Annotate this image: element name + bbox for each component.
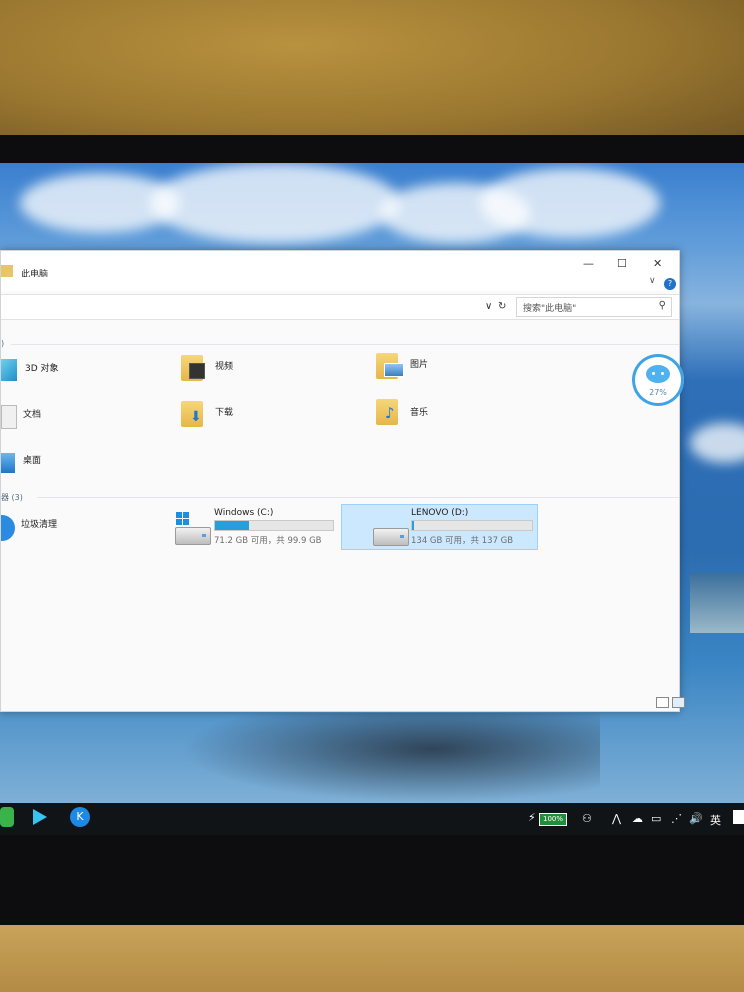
section-divider bbox=[11, 344, 679, 345]
windows-logo-icon bbox=[176, 512, 190, 526]
folder-label: 视频 bbox=[215, 362, 234, 372]
water-reflection bbox=[180, 713, 600, 803]
people-icon[interactable]: ⚇ bbox=[582, 812, 592, 825]
devices-section-header[interactable]: 器 (3) bbox=[1, 492, 23, 503]
folder-label: 音乐 bbox=[410, 408, 429, 418]
large-icons-view-icon[interactable] bbox=[672, 697, 685, 708]
input-method-indicator[interactable]: 英 bbox=[710, 812, 721, 828]
pictures-folder-icon bbox=[376, 353, 404, 379]
search-input[interactable]: 搜索"此电脑" bbox=[523, 301, 576, 314]
drive-usage-bar bbox=[411, 520, 533, 531]
folder-label: 下载 bbox=[215, 408, 234, 418]
cloud bbox=[690, 423, 744, 463]
kugou-app-icon[interactable]: K bbox=[70, 807, 90, 827]
folder-label: 图片 bbox=[410, 360, 429, 370]
folder-label: 3D 对象 bbox=[25, 364, 59, 374]
ribbon-collapse-icon[interactable]: ∨ bbox=[649, 276, 656, 286]
power-plug-icon: ⚡ bbox=[528, 811, 536, 824]
drive-usage-bar bbox=[214, 520, 334, 531]
address-history-chevron-icon[interactable]: ∨ bbox=[485, 301, 492, 312]
help-button[interactable]: ? bbox=[664, 278, 676, 290]
minimize-button[interactable]: — bbox=[583, 257, 594, 270]
drive-name: LENOVO (D:) bbox=[411, 508, 469, 518]
hard-drive-icon bbox=[175, 527, 211, 545]
explorer-icon bbox=[1, 265, 13, 277]
volume-icon[interactable]: 🔊 bbox=[689, 812, 703, 825]
memory-percent: 27% bbox=[649, 388, 667, 397]
drive-usage-fill bbox=[215, 521, 250, 530]
sea-horizon bbox=[690, 573, 744, 633]
drive-item-c[interactable]: Windows (C:) 71.2 GB 可用，共 99.9 GB bbox=[173, 507, 343, 547]
search-box[interactable]: 搜索"此电脑" ⚲ bbox=[516, 297, 672, 317]
file-explorer-window[interactable]: 此电脑 — ☐ ✕ ∨ ? ∨ ↻ 搜索"此电脑" ⚲ ) 3D 对象 视频 图… bbox=[0, 250, 685, 712]
cleanup-icon bbox=[1, 515, 15, 541]
maximize-button[interactable]: ☐ bbox=[617, 257, 627, 270]
drive-name: Windows (C:) bbox=[214, 508, 274, 518]
show-hidden-icons-chevron-icon[interactable]: ⋀ bbox=[612, 812, 621, 825]
ribbon bbox=[1, 277, 679, 291]
video-player-app-icon[interactable] bbox=[30, 807, 50, 827]
iqiyi-app-icon[interactable] bbox=[0, 807, 14, 827]
desktop-folder-icon bbox=[1, 453, 15, 473]
desk-surface bbox=[0, 925, 744, 992]
drive-capacity-text: 71.2 GB 可用，共 99.9 GB bbox=[214, 536, 322, 546]
wifi-icon[interactable]: ⋰ bbox=[671, 812, 682, 825]
title-bar[interactable]: 此电脑 — ☐ ✕ bbox=[1, 251, 679, 280]
close-button[interactable]: ✕ bbox=[653, 257, 662, 270]
cloud bbox=[480, 168, 660, 238]
network-adapter-icon[interactable]: ▭ bbox=[651, 812, 661, 825]
smiley-icon bbox=[646, 365, 670, 383]
hard-drive-icon bbox=[373, 528, 409, 546]
drive-usage-fill bbox=[412, 521, 415, 530]
section-divider bbox=[37, 497, 679, 498]
refresh-icon[interactable]: ↻ bbox=[498, 301, 506, 312]
details-view-icon[interactable] bbox=[656, 697, 669, 708]
notification-center-icon[interactable] bbox=[733, 810, 744, 824]
battery-indicator[interactable]: 100% bbox=[539, 813, 567, 826]
cloud-sync-icon[interactable]: ☁ bbox=[632, 812, 643, 825]
cube-3d-icon bbox=[1, 359, 17, 381]
downloads-folder-icon: ⬇ bbox=[181, 401, 203, 427]
device-label: 垃圾清理 bbox=[21, 520, 58, 530]
folders-section-header[interactable]: ) bbox=[1, 339, 4, 348]
documents-icon bbox=[1, 405, 17, 429]
drive-capacity-text: 134 GB 可用，共 137 GB bbox=[411, 536, 514, 546]
music-folder-icon: ♪ bbox=[376, 399, 398, 425]
cloud bbox=[150, 163, 400, 243]
background-wall bbox=[0, 0, 744, 150]
folder-label: 桌面 bbox=[23, 456, 42, 466]
floating-assistant-widget[interactable]: 27% bbox=[632, 354, 684, 406]
search-icon[interactable]: ⚲ bbox=[659, 300, 666, 311]
drive-item-d[interactable]: LENOVO (D:) 134 GB 可用，共 137 GB bbox=[341, 504, 538, 550]
video-folder-icon bbox=[181, 355, 205, 381]
folder-label: 文档 bbox=[23, 410, 42, 420]
